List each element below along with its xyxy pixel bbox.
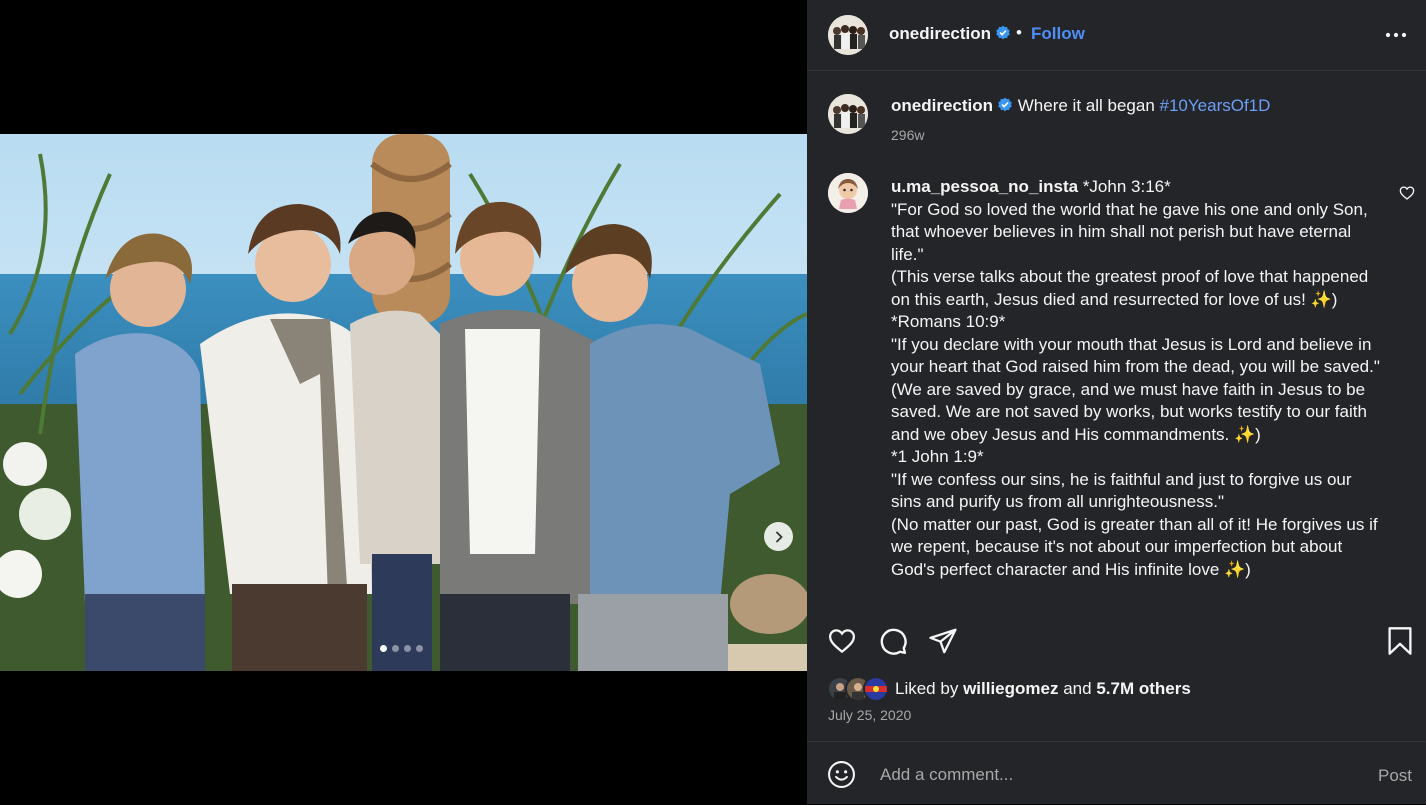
like-button[interactable] [827, 626, 857, 661]
caption-hashtag[interactable]: #10YearsOf1D [1160, 96, 1271, 115]
smiley-icon [828, 761, 855, 788]
next-image-button[interactable] [764, 522, 793, 551]
comment-bubble-icon [880, 628, 907, 655]
likes-text: Liked by williegomez and 5.7M others [895, 679, 1191, 699]
media-area [0, 0, 807, 804]
group-photo-image [0, 134, 807, 671]
comment-input[interactable] [878, 762, 1342, 788]
emoji-button[interactable] [827, 760, 856, 794]
comment-text: "For God so loved the world that he gave… [891, 199, 1380, 579]
caption: onedirection Where it all began #10Years… [891, 95, 1270, 119]
verified-badge-icon [995, 25, 1011, 46]
header-username[interactable]: onedirection [889, 24, 991, 43]
heart-outline-icon [1399, 186, 1415, 200]
comment-username[interactable]: u.ma_pessoa_no_insta [891, 177, 1078, 196]
post-photo [0, 134, 807, 671]
caption-timestamp[interactable]: 296w [891, 127, 924, 143]
verified-badge-icon [997, 97, 1013, 119]
likes-and: and [1063, 679, 1092, 698]
post-comment-button[interactable]: Post [1378, 766, 1412, 786]
liker-avatar[interactable] [863, 676, 889, 702]
paper-plane-icon [929, 628, 957, 654]
carousel-dot [416, 645, 423, 652]
save-button[interactable] [1386, 626, 1414, 661]
chevron-right-icon [775, 531, 783, 542]
post-date[interactable]: July 25, 2020 [828, 707, 911, 723]
comment-composer: Post [807, 741, 1426, 805]
account-avatar[interactable] [828, 15, 868, 55]
comment-like-button[interactable] [1399, 185, 1415, 206]
caption-username[interactable]: onedirection [891, 96, 993, 115]
post-header: onedirection • Follow [807, 0, 1426, 71]
carousel-dot [380, 645, 387, 652]
carousel-dot [404, 645, 411, 652]
comments-section[interactable]: onedirection Where it all began #10Years… [807, 71, 1426, 611]
liker-avatar-image [865, 678, 887, 700]
group-avatar-image [828, 94, 868, 134]
caption-avatar[interactable] [828, 94, 868, 134]
header-username-block[interactable]: onedirection [889, 24, 1011, 46]
likes-count[interactable]: 5.7M others [1096, 679, 1190, 698]
follow-button[interactable]: Follow [1031, 24, 1085, 44]
comment-button[interactable] [878, 626, 908, 661]
separator-dot: • [1016, 23, 1022, 42]
more-icon [1385, 32, 1407, 38]
liker-username[interactable]: williegomez [963, 679, 1058, 698]
group-avatar-image [828, 15, 868, 55]
likes-summary: Liked by williegomez and 5.7M others [827, 676, 1191, 702]
carousel-dot [392, 645, 399, 652]
comment: u.ma_pessoa_no_insta *John 3:16* "For Go… [891, 176, 1385, 581]
likes-prefix: Liked by [895, 679, 959, 698]
post-side-panel: onedirection • Follow onedirection Where… [807, 0, 1426, 804]
share-button[interactable] [928, 626, 958, 661]
caption-text: Where it all began [1017, 96, 1155, 115]
carousel-indicator [380, 645, 423, 652]
cartoon-avatar-image [828, 173, 868, 213]
comment-first-line: *John 3:16* [1082, 177, 1171, 196]
more-options-button[interactable] [1385, 26, 1407, 49]
bookmark-icon [1388, 627, 1412, 655]
commenter-avatar[interactable] [828, 173, 868, 213]
heart-icon [828, 629, 856, 654]
